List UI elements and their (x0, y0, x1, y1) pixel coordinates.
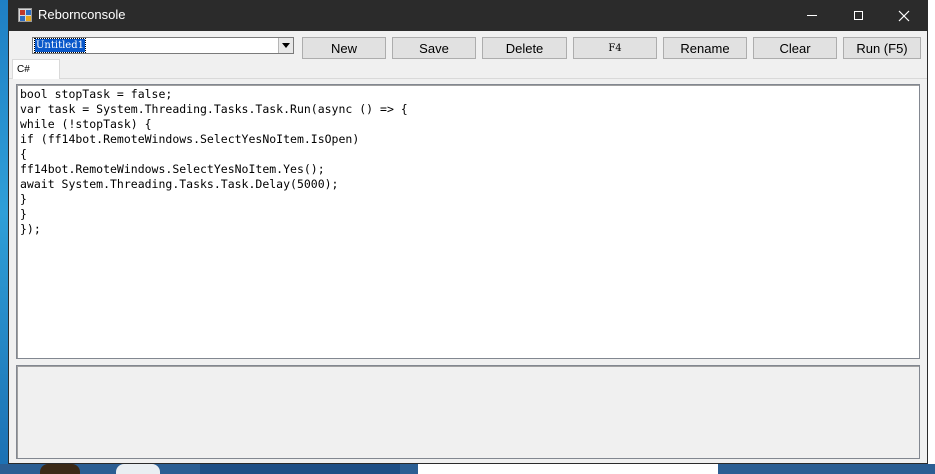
rename-button[interactable]: Rename (663, 37, 747, 59)
save-button[interactable]: Save (392, 37, 476, 59)
dropdown-arrow-button[interactable] (278, 38, 293, 53)
taskbar-item (116, 464, 160, 474)
taskbar-strip (0, 464, 935, 474)
close-button[interactable] (881, 0, 927, 31)
new-button[interactable]: New (302, 37, 386, 59)
delete-button[interactable]: Delete (482, 37, 567, 59)
code-line: bool stopTask = false; (20, 87, 173, 101)
code-line: var task = System.Threading.Tasks.Task.R… (20, 102, 408, 116)
maximize-button[interactable] (835, 0, 881, 31)
code-line: { (20, 147, 27, 161)
desktop-background-right (928, 0, 935, 474)
code-line: } (20, 207, 27, 221)
app-grid-icon (18, 8, 32, 22)
clear-button[interactable]: Clear (753, 37, 837, 59)
code-line: while (!stopTask) { (20, 117, 152, 131)
rebornconsole-window: Rebornconsole Untitled1 New Save Delete … (8, 0, 928, 464)
taskbar-item (200, 464, 400, 474)
output-panel[interactable] (16, 365, 920, 459)
title-bar[interactable]: Rebornconsole (9, 0, 927, 31)
code-line: } (20, 192, 27, 206)
code-line: if (ff14bot.RemoteWindows.SelectYesNoIte… (20, 132, 360, 146)
tab-strip-divider (9, 78, 927, 79)
code-editor[interactable]: bool stopTask = false; var task = System… (16, 84, 920, 359)
script-name-dropdown[interactable]: Untitled1 (32, 37, 294, 54)
f4-button[interactable]: F4 (573, 37, 657, 59)
chevron-down-icon (282, 43, 290, 48)
script-name-value[interactable]: Untitled1 (34, 38, 86, 53)
taskbar-item (40, 464, 80, 474)
desktop-background-left (0, 0, 8, 474)
run-button[interactable]: Run (F5) (843, 37, 921, 59)
code-line: }); (20, 222, 41, 236)
close-icon (898, 10, 910, 21)
window-title: Rebornconsole (38, 7, 126, 22)
maximize-icon (853, 11, 863, 20)
code-line: ff14bot.RemoteWindows.SelectYesNoItem.Ye… (20, 162, 325, 176)
code-line: await System.Threading.Tasks.Task.Delay(… (20, 177, 339, 191)
tab-csharp[interactable]: C# (12, 59, 60, 79)
minimize-button[interactable] (789, 0, 835, 31)
taskbar-item (418, 464, 718, 474)
minimize-icon (807, 15, 817, 16)
